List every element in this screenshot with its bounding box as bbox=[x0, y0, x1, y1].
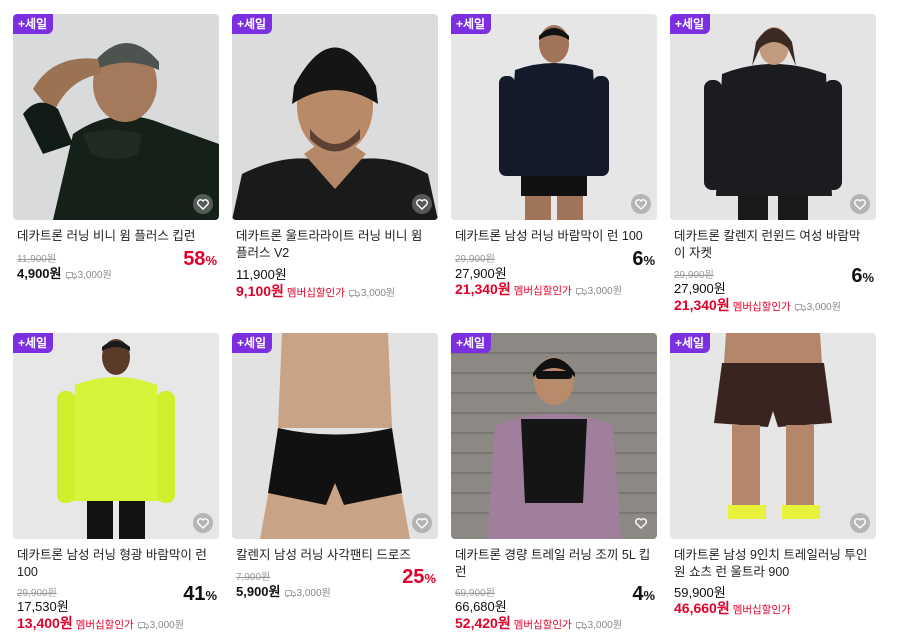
discount-rate: 4% bbox=[632, 583, 655, 605]
member-price-label: 멤버십할인가 bbox=[513, 285, 572, 297]
heart-icon[interactable] bbox=[412, 194, 432, 214]
sale-badge: +세일 bbox=[232, 14, 273, 34]
product-image[interactable]: +세일 bbox=[451, 333, 657, 539]
shipping-fee: 3,000원 bbox=[284, 588, 331, 599]
discount-rate: 41% bbox=[183, 583, 217, 605]
product-image[interactable]: +세일 bbox=[13, 333, 219, 539]
heart-icon[interactable] bbox=[631, 194, 651, 214]
sale-badge: +세일 bbox=[670, 14, 711, 34]
product-image[interactable]: +세일 bbox=[670, 14, 876, 220]
shipping-fee: 3,000원 bbox=[575, 286, 622, 297]
product-image[interactable]: +세일 bbox=[232, 14, 438, 220]
product-title[interactable]: 데카트론 경량 트레일 러닝 조끼 5L 킵런 bbox=[455, 547, 651, 581]
heart-icon[interactable] bbox=[412, 513, 432, 533]
product-title[interactable]: 칼렌지 남성 러닝 사각팬티 드로즈 bbox=[236, 547, 432, 564]
discount-rate: 25% bbox=[402, 566, 436, 588]
shipping-fee: 3,000원 bbox=[794, 302, 841, 313]
member-price: 9,100원 멤버십할인가 3,000원 bbox=[236, 283, 396, 299]
truck-icon bbox=[137, 622, 149, 630]
shipping-fee: 3,000원 bbox=[137, 620, 184, 631]
member-price-label: 멤버십할인가 bbox=[513, 619, 572, 631]
shipping-fee: 3,000원 bbox=[65, 270, 112, 281]
product-title[interactable]: 데카트론 남성 9인치 트레일러닝 투인원 쇼츠 런 울트라 900 bbox=[674, 547, 870, 581]
member-price: 13,400원 멤버십할인가 3,000원 bbox=[17, 615, 184, 631]
sale-badge: +세일 bbox=[451, 333, 492, 353]
member-price-label: 멤버십할인가 bbox=[732, 301, 791, 313]
product-image[interactable]: +세일 bbox=[232, 333, 438, 539]
truck-icon bbox=[575, 622, 587, 630]
member-price: 21,340원 멤버십할인가 3,000원 bbox=[455, 281, 622, 297]
heart-icon[interactable] bbox=[631, 513, 651, 533]
shipping-fee: 3,000원 bbox=[348, 288, 395, 299]
discount-rate: 6% bbox=[632, 248, 655, 270]
product-title[interactable]: 데카트론 칼렌지 런윈드 여성 바람막이 자켓 bbox=[674, 228, 870, 262]
member-price-label: 멤버십할인가 bbox=[732, 604, 791, 616]
discount-rate: 6% bbox=[851, 265, 874, 287]
truck-icon bbox=[284, 590, 296, 598]
sale-badge: +세일 bbox=[670, 333, 711, 353]
sale-price: 4,900원 3,000원 bbox=[17, 266, 112, 281]
sale-price: 5,900원 3,000원 bbox=[236, 584, 331, 599]
member-price: 52,420원 멤버십할인가 3,000원 bbox=[455, 615, 622, 631]
product-title[interactable]: 데카트론 남성 러닝 바람막이 런 100 bbox=[455, 228, 651, 245]
product-title[interactable]: 데카트론 울트라라이트 러닝 비니 윔 플러스 V2 bbox=[236, 228, 432, 262]
shipping-fee: 3,000원 bbox=[575, 620, 622, 631]
truck-icon bbox=[348, 290, 360, 298]
heart-icon[interactable] bbox=[193, 513, 213, 533]
sale-badge: +세일 bbox=[13, 333, 54, 353]
member-price: 21,340원 멤버십할인가 3,000원 bbox=[674, 297, 841, 313]
heart-icon[interactable] bbox=[193, 194, 213, 214]
sale-badge: +세일 bbox=[451, 14, 492, 34]
product-image[interactable]: +세일 bbox=[13, 14, 219, 220]
truck-icon bbox=[65, 272, 77, 280]
sale-badge: +세일 bbox=[232, 333, 273, 353]
member-price-label: 멤버십할인가 bbox=[286, 287, 345, 299]
product-image[interactable]: +세일 bbox=[451, 14, 657, 220]
sale-badge: +세일 bbox=[13, 14, 54, 34]
product-title[interactable]: 데카트론 러닝 비니 윔 플러스 킵런 bbox=[17, 228, 213, 245]
heart-icon[interactable] bbox=[850, 513, 870, 533]
heart-icon[interactable] bbox=[850, 194, 870, 214]
truck-icon bbox=[794, 304, 806, 312]
member-price-label: 멤버십할인가 bbox=[75, 619, 134, 631]
discount-rate: 58% bbox=[183, 248, 217, 270]
truck-icon bbox=[575, 288, 587, 296]
member-price: 46,660원 멤버십할인가 bbox=[674, 600, 791, 616]
product-title[interactable]: 데카트론 남성 러닝 형광 바람막이 런 100 bbox=[17, 547, 213, 581]
product-image[interactable]: +세일 bbox=[670, 333, 876, 539]
